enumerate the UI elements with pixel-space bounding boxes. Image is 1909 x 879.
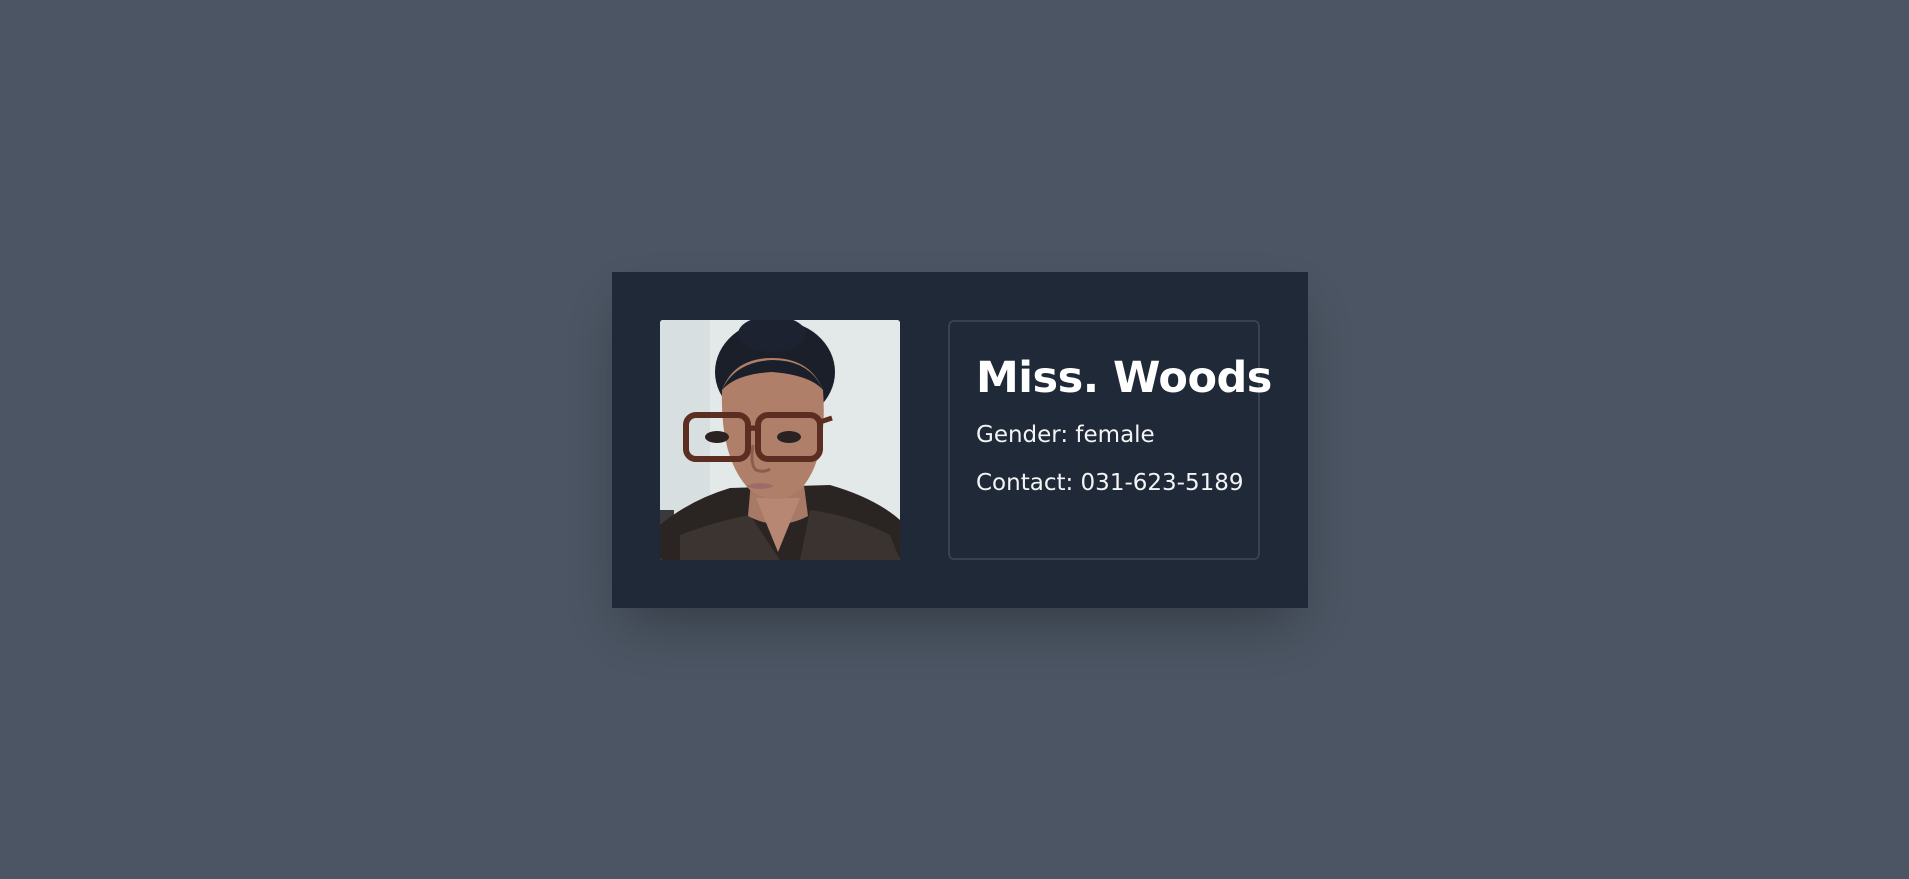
gender-value: female — [1075, 422, 1155, 448]
gender-label: Gender: — [976, 422, 1069, 448]
profile-name: Miss. Woods — [976, 353, 1272, 403]
profile-info-box: Miss. Woods Gender: female Contact: 031-… — [948, 320, 1272, 560]
gender-field: Gender: female — [976, 420, 1258, 450]
page: Miss. Woods Gender: female Contact: 031-… — [0, 0, 1909, 879]
profile-photo — [660, 320, 900, 560]
contact-label: Contact: — [976, 470, 1074, 496]
contact-field: Contact: 031-623-5189 — [976, 468, 1258, 498]
contact-value: 031-623-5189 — [1080, 470, 1244, 496]
profile-card: Miss. Woods Gender: female Contact: 031-… — [612, 272, 1308, 608]
